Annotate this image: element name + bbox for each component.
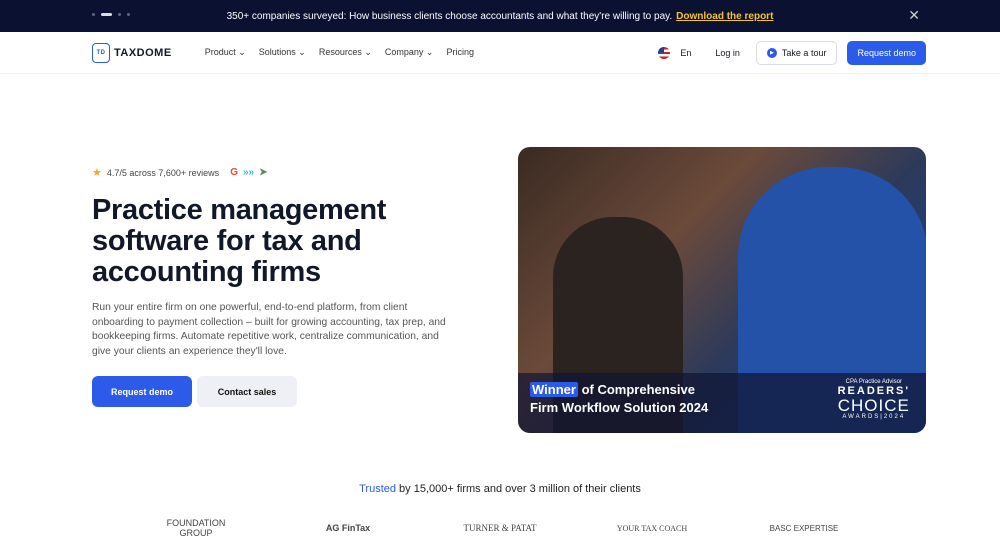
logo-mark: TD [92, 42, 110, 63]
nav-solutions[interactable]: Solutions ⌄ [259, 47, 306, 58]
nav-resources[interactable]: Resources ⌄ [319, 47, 372, 58]
award-line2: CHOICE [837, 396, 910, 415]
contact-sales-button[interactable]: Contact sales [197, 376, 297, 407]
video-caption: Winner of Comprehensive Firm Workflow Sol… [518, 373, 926, 433]
rating: ★ 4.7/5 across 7,600+ reviews G »» ➤ [92, 166, 452, 179]
banner-text: 350+ companies surveyed: How business cl… [226, 10, 673, 22]
rating-text: 4.7/5 across 7,600+ reviews [106, 167, 220, 178]
announcement-banner: 350+ companies surveyed: How business cl… [0, 0, 1000, 32]
trusted-rest: by 15,000+ firms and over 3 million of t… [396, 483, 641, 495]
nav-company[interactable]: Company ⌄ [385, 47, 434, 58]
logo-text: TAXDOME [114, 46, 172, 59]
close-icon[interactable]: ✕ [908, 7, 920, 24]
carousel-dots[interactable] [92, 13, 130, 16]
caption-line1: of Comprehensive [577, 382, 695, 397]
tour-label: Take a tour [781, 47, 827, 58]
g2-icon: G [230, 167, 238, 178]
logo[interactable]: TD TAXDOME [92, 42, 172, 63]
client-logos: FOUNDATION GROUP AG FinTax TURNER & PATA… [0, 518, 1000, 538]
login-link[interactable]: Log in [715, 48, 740, 58]
capterra-icon: »» [242, 167, 255, 178]
us-flag-icon[interactable] [658, 46, 671, 59]
caption-line2: Firm Workflow Solution 2024 [530, 400, 709, 415]
take-tour-button[interactable]: ▶ Take a tour [755, 40, 838, 65]
language-selector[interactable]: En [680, 48, 691, 58]
nav-product[interactable]: Product ⌄ [205, 47, 246, 58]
download-report-link[interactable]: Download the report [676, 11, 773, 22]
client-logo: TURNER & PATAT [463, 523, 537, 533]
review-site-icon: ➤ [259, 167, 268, 178]
client-logo: YOUR TAX COACH [616, 523, 688, 533]
page-title: Practice management software for tax and… [92, 194, 387, 288]
client-logo: AG FinTax [325, 523, 371, 533]
trusted-highlight: Trusted [359, 483, 396, 495]
award-line3: AWARDS|2024 [842, 414, 906, 420]
client-logo: FOUNDATION GROUP [166, 518, 226, 538]
nav-pricing[interactable]: Pricing [446, 47, 474, 58]
request-demo-button[interactable]: Request demo [847, 40, 926, 65]
trusted-text: Trusted by 15,000+ firms and over 3 mill… [0, 483, 1000, 495]
star-icon: ★ [92, 167, 102, 179]
client-logo: BASC EXPERTISE [769, 523, 839, 533]
caption-highlight: Winner [530, 382, 578, 397]
hero-description: Run your entire firm on one powerful, en… [92, 302, 446, 357]
hero-section: ★ 4.7/5 across 7,600+ reviews G »» ➤ Pra… [92, 166, 452, 407]
hero-video[interactable]: Winner of Comprehensive Firm Workflow Sol… [518, 147, 926, 433]
play-icon: ▶ [766, 47, 777, 58]
top-nav: TD TAXDOME Product ⌄ Solutions ⌄ Resource… [0, 32, 1000, 74]
award-badge: CPA Practice Advisor READERS' CHOICE AWA… [838, 379, 910, 420]
hero-request-demo-button[interactable]: Request demo [92, 376, 192, 407]
